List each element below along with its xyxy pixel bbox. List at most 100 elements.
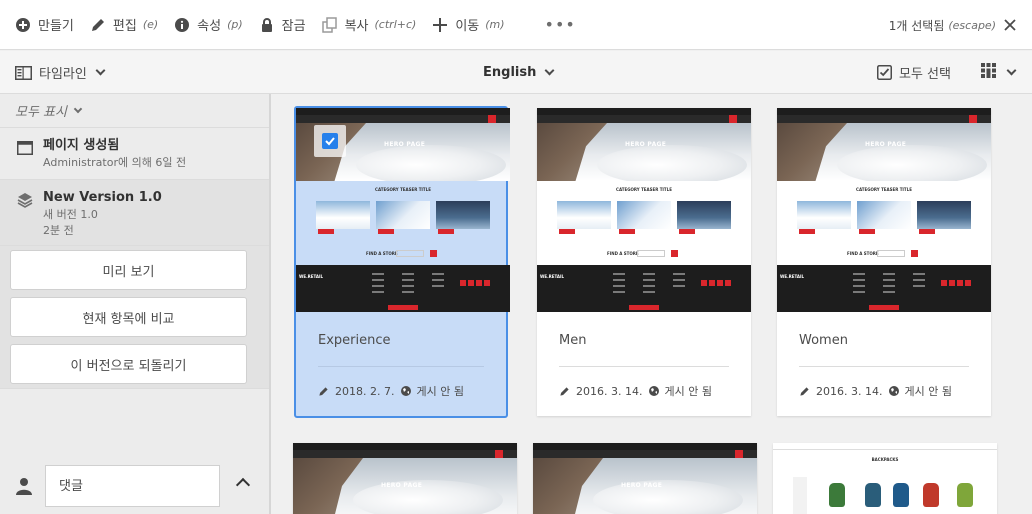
page-thumbnail: HERO PAGE CATEGORY TEASER TITLE FIND A S… [537, 108, 751, 312]
select-all-button[interactable]: 모두 선택 [877, 51, 951, 94]
thumb-category-title: CATEGORY TEASER TITLE [856, 187, 912, 192]
rail-icon [15, 65, 32, 80]
thumb-category-title: CATEGORY TEASER TITLE [375, 187, 431, 192]
card-grid: HERO PAGE CATEGORY TEASER TITLE FIND A S… [273, 94, 1032, 514]
entry-subtitle: Administrator에 의해 6일 전 [43, 156, 187, 169]
move-plus-icon [432, 17, 448, 33]
properties-shortcut: (p) [227, 18, 243, 31]
comment-row [0, 458, 269, 514]
card-status: 게시 안 됨 [664, 385, 712, 398]
user-icon [15, 477, 33, 495]
timeline-rail: 모두 표시 페이지 생성됨 Administrator에 의해 6일 전 New… [0, 94, 271, 514]
page-card-experience[interactable]: HERO PAGE CATEGORY TEASER TITLE FIND A S… [294, 106, 510, 418]
move-button[interactable]: 이동 (m) [432, 0, 505, 50]
card-title: Women [799, 333, 848, 348]
globe-icon [649, 386, 660, 396]
timeline-entry-page-created[interactable]: 페이지 생성됨 Administrator에 의해 6일 전 [0, 128, 269, 180]
edit-shortcut: (e) [142, 18, 159, 31]
filter-label: 모두 표시 [15, 105, 67, 120]
page-card-women[interactable]: HERO PAGE CATEGORY TEASER TITLE FIND A S… [777, 108, 991, 416]
card-meta: 2018. 2. 7. 게시 안 됨 [318, 383, 464, 399]
selection-status: 1개 선택됨 (escape) [889, 0, 1016, 50]
version-actions: 미리 보기 현재 항목에 비교 이 버전으로 되돌리기 [0, 246, 269, 389]
card-title: Men [559, 333, 587, 348]
compare-version-button[interactable]: 현재 항목에 비교 [10, 297, 247, 337]
create-button[interactable]: 만들기 [15, 0, 74, 50]
thumb-find-text: FIND A STORE [366, 251, 398, 256]
card-select-checkbox[interactable] [314, 125, 346, 157]
page-card-partial[interactable]: HERO PAGE [293, 443, 517, 514]
view-switcher[interactable] [981, 51, 1017, 94]
thumb-hero-text: HERO PAGE [381, 482, 423, 489]
chevron-down-icon [544, 65, 555, 76]
layers-icon [17, 192, 33, 212]
action-bar: 만들기 편집 (e) 속성 (p) 잠금 복사 (ctrl+c) 이동 (m) … [0, 0, 1032, 50]
revert-version-button[interactable]: 이 버전으로 되돌리기 [10, 344, 247, 384]
card-date: 2018. 2. 7. [335, 384, 395, 398]
chevron-up-icon[interactable] [235, 477, 251, 493]
thumb-hero-text: HERO PAGE [865, 141, 907, 148]
thumb-brand-text: WE.RETAIL [540, 274, 565, 279]
chevron-down-icon [1006, 65, 1017, 76]
page-thumbnail: HERO PAGE CATEGORY TEASER TITLE FIND A S… [777, 108, 991, 312]
chevron-down-icon [95, 65, 106, 76]
page-card-partial[interactable]: BACKPACKS [773, 443, 997, 514]
language-label: English [483, 65, 537, 80]
globe-icon [889, 386, 900, 396]
page-card-partial[interactable]: HERO PAGE [533, 443, 757, 514]
thumb-brand-text: WE.RETAIL [299, 274, 324, 279]
add-circle-icon [15, 17, 31, 33]
timeline-entry-version[interactable]: New Version 1.0 새 버전 1.0 2분 전 [0, 180, 269, 246]
comment-input[interactable] [45, 465, 220, 507]
card-title: Experience [318, 333, 391, 348]
copy-shortcut: (ctrl+c) [374, 18, 417, 31]
thumb-find-text: FIND A STORE [607, 251, 639, 256]
copy-icon [321, 16, 338, 33]
pencil-icon [318, 386, 329, 397]
lock-button[interactable]: 잠금 [259, 0, 306, 50]
pencil-icon [559, 386, 570, 397]
card-meta: 2016. 3. 14. 게시 안 됨 [559, 383, 712, 399]
thumb-brand-text: WE.RETAIL [780, 274, 805, 279]
copy-label: 복사 [344, 19, 369, 34]
language-select[interactable]: English [483, 51, 555, 94]
card-status: 게시 안 됨 [416, 385, 464, 398]
pencil-icon [799, 386, 810, 397]
view-bar: 타임라인 English 모두 선택 [0, 51, 1032, 94]
more-actions-button[interactable]: ••• [545, 0, 576, 50]
selection-count: 1개 선택됨 [888, 18, 945, 33]
timeline-label: 타임라인 [39, 67, 87, 82]
info-icon [174, 17, 190, 33]
close-selection-icon[interactable] [1004, 16, 1016, 35]
globe-icon [401, 386, 412, 396]
entry-subtitle: 새 버전 1.0 [43, 208, 98, 221]
properties-button[interactable]: 속성 (p) [174, 0, 243, 50]
thumb-backpacks-text: BACKPACKS [871, 457, 899, 462]
move-shortcut: (m) [485, 18, 505, 31]
card-meta: 2016. 3. 14. 게시 안 됨 [799, 383, 952, 399]
chevron-down-icon [73, 104, 83, 113]
lock-icon [259, 17, 275, 33]
edit-button[interactable]: 편집 (e) [90, 0, 158, 50]
page-card-men[interactable]: HERO PAGE CATEGORY TEASER TITLE FIND A S… [537, 108, 751, 416]
checkmark-icon [322, 133, 338, 149]
card-status: 게시 안 됨 [904, 385, 952, 398]
copy-button[interactable]: 복사 (ctrl+c) [321, 0, 417, 50]
lock-label: 잠금 [281, 19, 306, 34]
properties-label: 속성 [197, 19, 222, 34]
preview-version-button[interactable]: 미리 보기 [10, 250, 247, 290]
thumb-hero-text: HERO PAGE [621, 482, 663, 489]
entry-time: 2분 전 [43, 224, 74, 237]
entry-title: New Version 1.0 [43, 190, 162, 205]
card-date: 2016. 3. 14. [576, 384, 643, 398]
selection-shortcut: (escape) [948, 18, 996, 32]
card-view-icon [981, 63, 996, 82]
edit-label: 편집 [112, 19, 137, 34]
timeline-filter[interactable]: 모두 표시 [0, 94, 269, 128]
page-icon [17, 140, 33, 159]
move-label: 이동 [455, 19, 480, 34]
rail-toggle-button[interactable]: 타임라인 [15, 51, 106, 94]
thumb-find-text: FIND A STORE [847, 251, 879, 256]
card-date: 2016. 3. 14. [816, 384, 883, 398]
select-all-icon [877, 65, 892, 80]
